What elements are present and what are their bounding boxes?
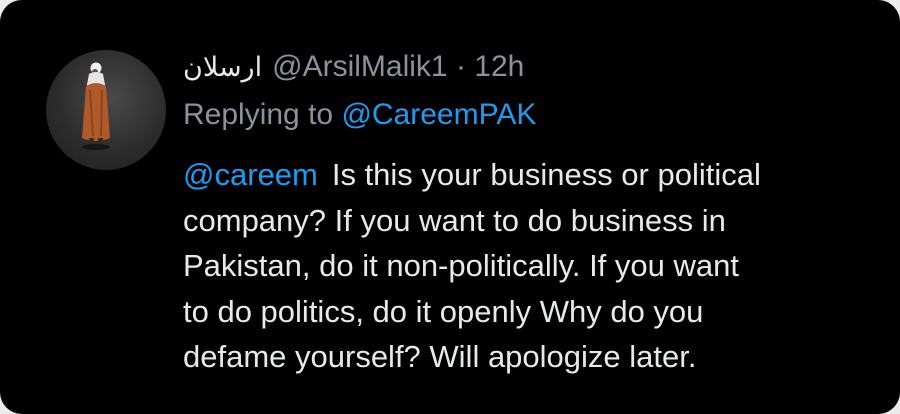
replying-to: Replying to @CareemPAK — [183, 96, 536, 134]
tweet-text-line: Pakistan, do it non-politically. If you … — [183, 248, 739, 283]
user-avatar[interactable] — [46, 50, 166, 170]
replying-to-label: Replying to — [183, 98, 334, 131]
author-display-name[interactable]: ارسلان — [183, 52, 262, 83]
tweet-text: @careem Is this your business or politica… — [183, 152, 873, 380]
tweet-card: ارسلان @ArsilMalik1 · 12h Replying to @Ca… — [0, 0, 900, 414]
body-mention-link[interactable]: @careem — [183, 157, 318, 192]
replying-to-handle-link[interactable]: @CareemPAK — [341, 98, 536, 131]
tweet-text-line: @careem Is this your business or politica… — [183, 152, 873, 198]
tweet-text-line: to do politics, do it openly Why do you — [183, 293, 704, 329]
header-separator: · — [455, 50, 466, 83]
person-in-robe-avatar-icon — [82, 62, 110, 150]
tweet-text-line: defame yourself? Will apologize later. — [183, 339, 697, 374]
author-handle[interactable]: @ArsilMalik1 — [272, 50, 447, 83]
tweet-header: ارسلان @ArsilMalik1 · 12h — [183, 48, 524, 87]
tweet-timestamp[interactable]: 12h — [474, 50, 524, 83]
tweet-text-line-content: Is this your business or political — [331, 157, 761, 192]
tweet-text-line: company? If you want to do business in — [183, 202, 726, 238]
